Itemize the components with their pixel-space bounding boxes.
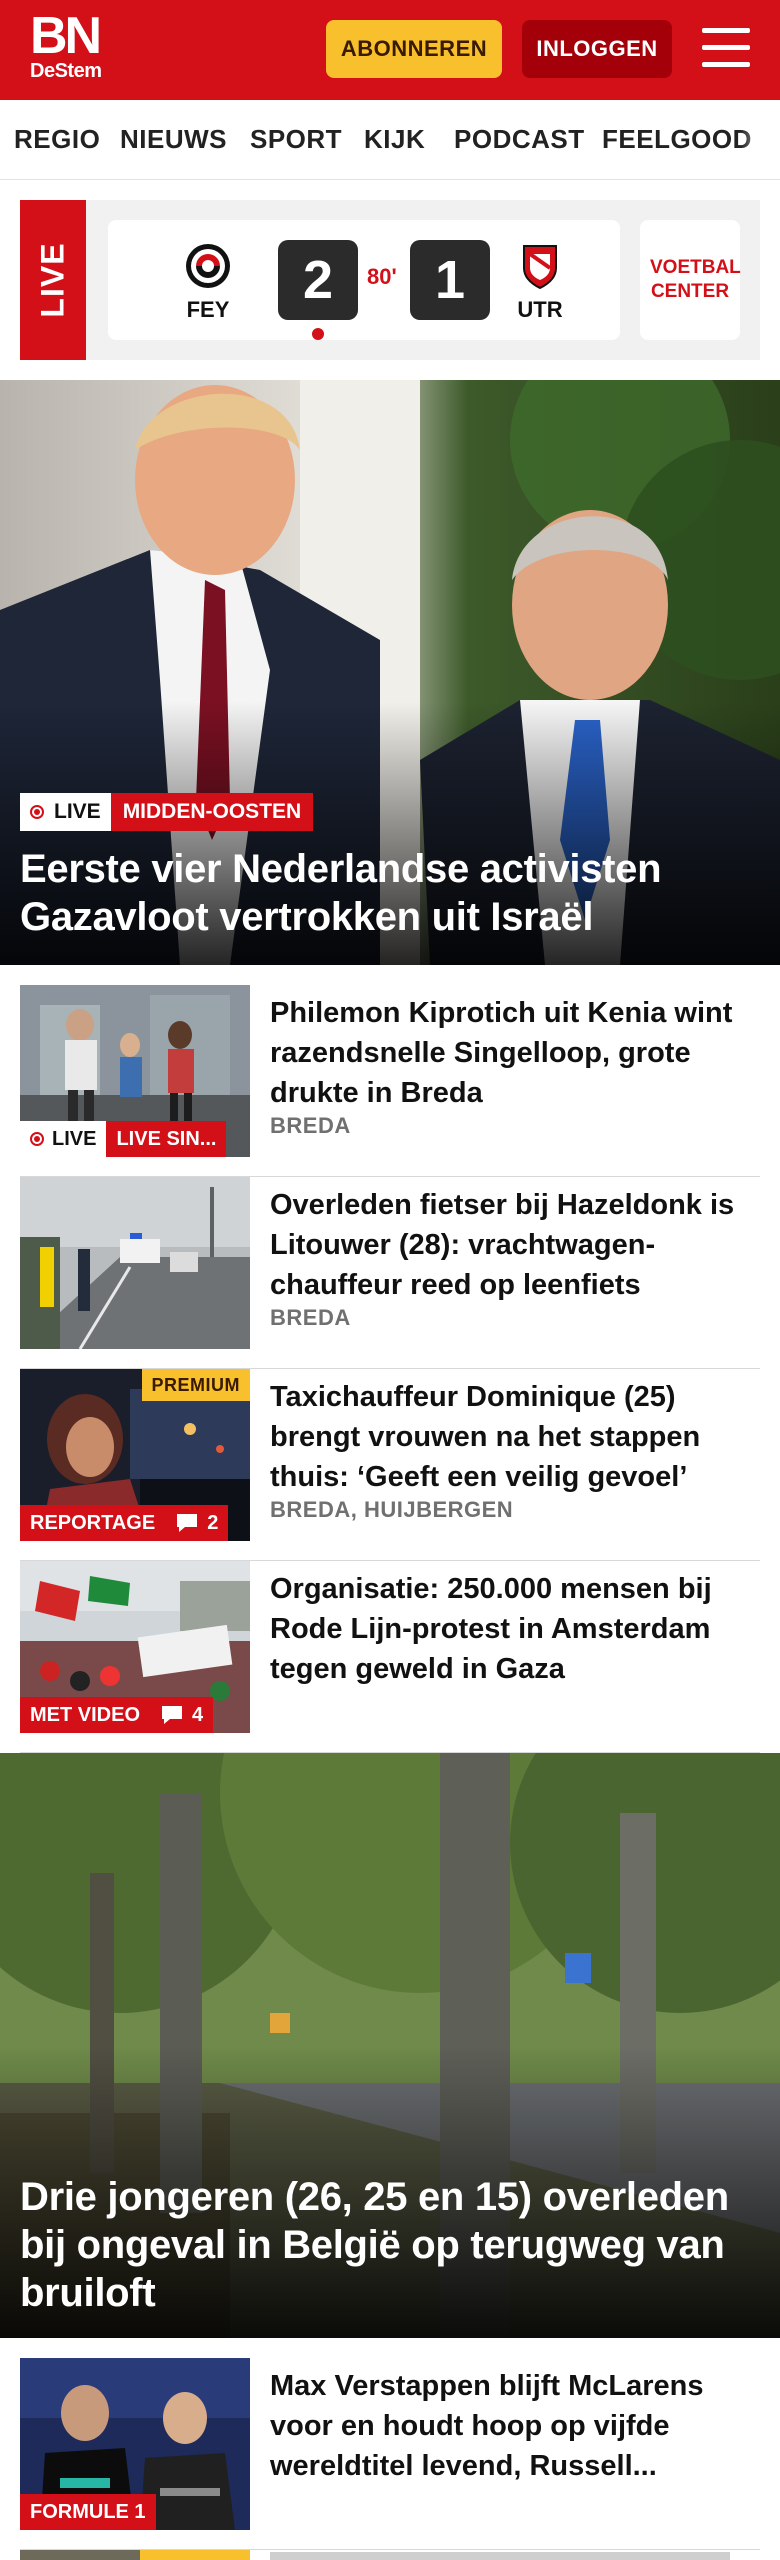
article-thumbnail: LIVE LIVE SIN...: [20, 985, 250, 1157]
home-club-code: FEY: [186, 297, 230, 322]
live-badge-label: LIVE: [52, 1127, 97, 1150]
article-item[interactable]: LIVE LIVE SIN... Philemon Kiprotich uit …: [20, 985, 760, 1177]
live-badge: LIVE: [20, 793, 111, 831]
article-item[interactable]: PREMIUM REPORTAGE 2 Taxichauffeur Domini…: [20, 1369, 760, 1561]
fc-utrecht-crest-icon: [523, 245, 557, 290]
article-title: Philemon Kiprotich uit Kenia wint razend…: [270, 997, 733, 1109]
comment-count: 2: [165, 1505, 229, 1541]
live-dot-icon: [30, 1132, 44, 1146]
nav-item-nieuws[interactable]: NIEUWS: [120, 124, 227, 155]
scoring-indicator-dot: [312, 328, 324, 340]
home-score: 2: [278, 240, 358, 320]
article-thumbnail: FORMULE 1: [20, 2358, 250, 2530]
home-club: FEY: [178, 242, 238, 323]
away-club: UTR: [510, 242, 570, 323]
live-blog-badge: LIVE SIN...: [106, 1121, 227, 1157]
thumbnail-badges: REPORTAGE 2: [20, 1505, 229, 1541]
hero-badges: LIVE MIDDEN-OOSTEN: [20, 793, 314, 831]
login-button[interactable]: INLOGGEN: [522, 20, 672, 78]
site-logo[interactable]: BN DeStem: [30, 7, 102, 82]
article-item[interactable]: FORMULE 1 Max Verstappen blijft McLarens…: [20, 2358, 760, 2550]
comment-count-value: 2: [207, 1511, 219, 1534]
nav-item-kijk[interactable]: KIJK: [364, 124, 425, 155]
next-article-title-peek: [270, 2552, 730, 2560]
article-title: Max Verstappen blijft McLarens voor en h…: [270, 2370, 704, 2482]
logo-sub: DeStem: [30, 60, 102, 82]
premium-badge: PREMIUM: [141, 1369, 250, 1401]
match-scorecard[interactable]: FEY 2 80' 1 UTR: [108, 220, 620, 340]
nav-item-feelgood[interactable]: FEELGOOD: [602, 124, 752, 155]
voetbal-center-label: VOETBAL CENTER: [650, 257, 741, 302]
article-item[interactable]: MET VIDEO 4 Organisatie: 250.000 mensen …: [20, 1561, 760, 1753]
nav-scroll-fade: [740, 100, 780, 179]
article-item[interactable]: Overleden fietser bij Hazeldonk is Litou…: [20, 1177, 760, 1369]
section-nav: REGIO NIEUWS SPORT KIJK PODCAST FEELGOOD: [0, 100, 780, 180]
article-location: BREDA: [270, 1113, 351, 1138]
hero-title: Eerste vier Nederlandse activisten Gazav…: [20, 847, 662, 939]
nav-item-sport[interactable]: SPORT: [250, 124, 342, 155]
voetbal-center-link[interactable]: VOETBAL CENTER: [640, 220, 741, 340]
live-dot-icon: [30, 805, 44, 819]
live-badge: LIVE: [20, 1121, 107, 1157]
accident-scene-photo: [20, 1177, 250, 1349]
thumbnail-badges: MET VIDEO 4: [20, 1697, 214, 1733]
thumbnail-badges: FORMULE 1: [20, 2494, 156, 2530]
match-minute: 80': [367, 264, 397, 289]
article-thumbnail: PREMIUM REPORTAGE 2: [20, 1369, 250, 1541]
live-score-bar: LIVE FEY 2 80' 1 UTR VOETBAL CENTER: [20, 200, 760, 360]
nav-item-podcast[interactable]: PODCAST: [454, 124, 585, 155]
article-title: Organisatie: 250.000 mensen bij Rode Lij…: [270, 1573, 712, 1685]
feyenoord-crest-icon: [186, 244, 230, 288]
hero-2-title: Drie jongeren (26, 25 en 15) overleden b…: [20, 2175, 729, 2315]
live-badge-label: LIVE: [54, 800, 101, 823]
hero-article-2[interactable]: Drie jongeren (26, 25 en 15) overleden b…: [0, 1753, 780, 2338]
formula-one-badge: FORMULE 1: [20, 2494, 156, 2530]
logo-main: BN: [30, 7, 102, 65]
video-badge: MET VIDEO: [20, 1697, 151, 1733]
article-thumbnail: MET VIDEO 4: [20, 1561, 250, 1733]
next-article-premium-peek: [140, 2550, 250, 2560]
article-thumbnail: [20, 1177, 250, 1349]
live-tag: LIVE: [20, 200, 86, 360]
comment-count: 4: [150, 1697, 214, 1733]
hamburger-menu-icon[interactable]: [702, 28, 750, 70]
article-title: Overleden fietser bij Hazeldonk is Litou…: [270, 1189, 735, 1301]
thumbnail-badges: LIVE LIVE SIN...: [20, 1121, 227, 1157]
site-header: BN DeStem ABONNEREN INLOGGEN: [0, 0, 780, 100]
subscribe-button[interactable]: ABONNEREN: [326, 20, 502, 78]
nav-item-regio[interactable]: REGIO: [14, 124, 100, 155]
reportage-badge: REPORTAGE: [20, 1505, 166, 1541]
comment-count-value: 4: [192, 1703, 204, 1726]
category-badge: MIDDEN-OOSTEN: [110, 793, 314, 831]
away-score: 1: [410, 240, 490, 320]
article-location: BREDA, HUIJBERGEN: [270, 1497, 514, 1522]
article-location: BREDA: [270, 1305, 351, 1330]
away-club-code: UTR: [517, 297, 563, 322]
comment-icon: [177, 1514, 198, 1532]
article-title: Taxichauffeur Dominique (25) brengt vrou…: [270, 1381, 701, 1493]
hero-article[interactable]: LIVE MIDDEN-OOSTEN Eerste vier Nederland…: [0, 380, 780, 965]
comment-icon: [162, 1706, 183, 1724]
live-tag-label: LIVE: [34, 242, 71, 318]
